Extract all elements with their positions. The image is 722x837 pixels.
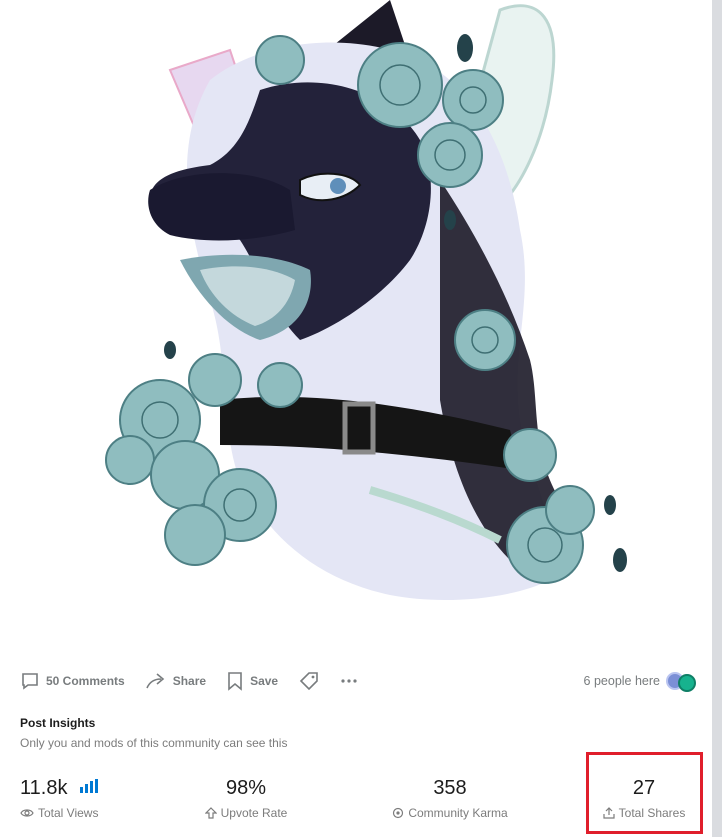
highlight-box xyxy=(586,752,703,834)
share-icon xyxy=(145,673,164,689)
share-label: Share xyxy=(172,674,207,688)
presence-text: 6 people here xyxy=(583,674,660,688)
insights-subtitle: Only you and mods of this community can … xyxy=(20,736,288,750)
comments-button[interactable]: 50 Comments xyxy=(20,671,125,691)
save-label: Save xyxy=(250,674,279,688)
scrollbar[interactable] xyxy=(712,0,722,837)
stat-karma-value: 358 xyxy=(433,777,467,799)
upvote-icon xyxy=(204,807,217,819)
stat-upvote-rate: 98% Upvote Rate xyxy=(200,776,292,820)
post-action-bar: 50 Comments Share Save 6 people here xyxy=(20,664,700,698)
stat-upvote-label: Upvote Rate xyxy=(220,806,288,820)
comments-label: 50 Comments xyxy=(46,674,125,688)
stat-total-views: 11.8k Total Views xyxy=(20,776,99,820)
comment-icon xyxy=(22,673,38,690)
presence-indicator[interactable]: 6 people here xyxy=(584,670,700,692)
stat-karma-label: Community Karma xyxy=(408,806,508,820)
karma-icon xyxy=(393,807,404,819)
more-options-button[interactable] xyxy=(340,671,358,691)
save-icon xyxy=(228,672,242,691)
stat-community-karma: 358 Community Karma xyxy=(386,776,514,820)
eye-icon xyxy=(20,809,34,817)
more-icon xyxy=(341,679,357,683)
tag-button[interactable] xyxy=(298,671,320,691)
insights-title: Post Insights xyxy=(20,716,96,730)
presence-avatars xyxy=(666,670,700,692)
share-button[interactable]: Share xyxy=(145,671,206,691)
stat-views-label: Total Views xyxy=(38,806,99,820)
stat-views-value: 11.8k xyxy=(20,777,68,799)
stat-upvote-value: 98% xyxy=(225,777,267,799)
save-button[interactable]: Save xyxy=(226,671,278,691)
tag-icon xyxy=(299,672,318,691)
bar-chart-icon[interactable] xyxy=(79,779,99,793)
post-image[interactable] xyxy=(90,0,650,625)
avatar xyxy=(678,674,696,692)
